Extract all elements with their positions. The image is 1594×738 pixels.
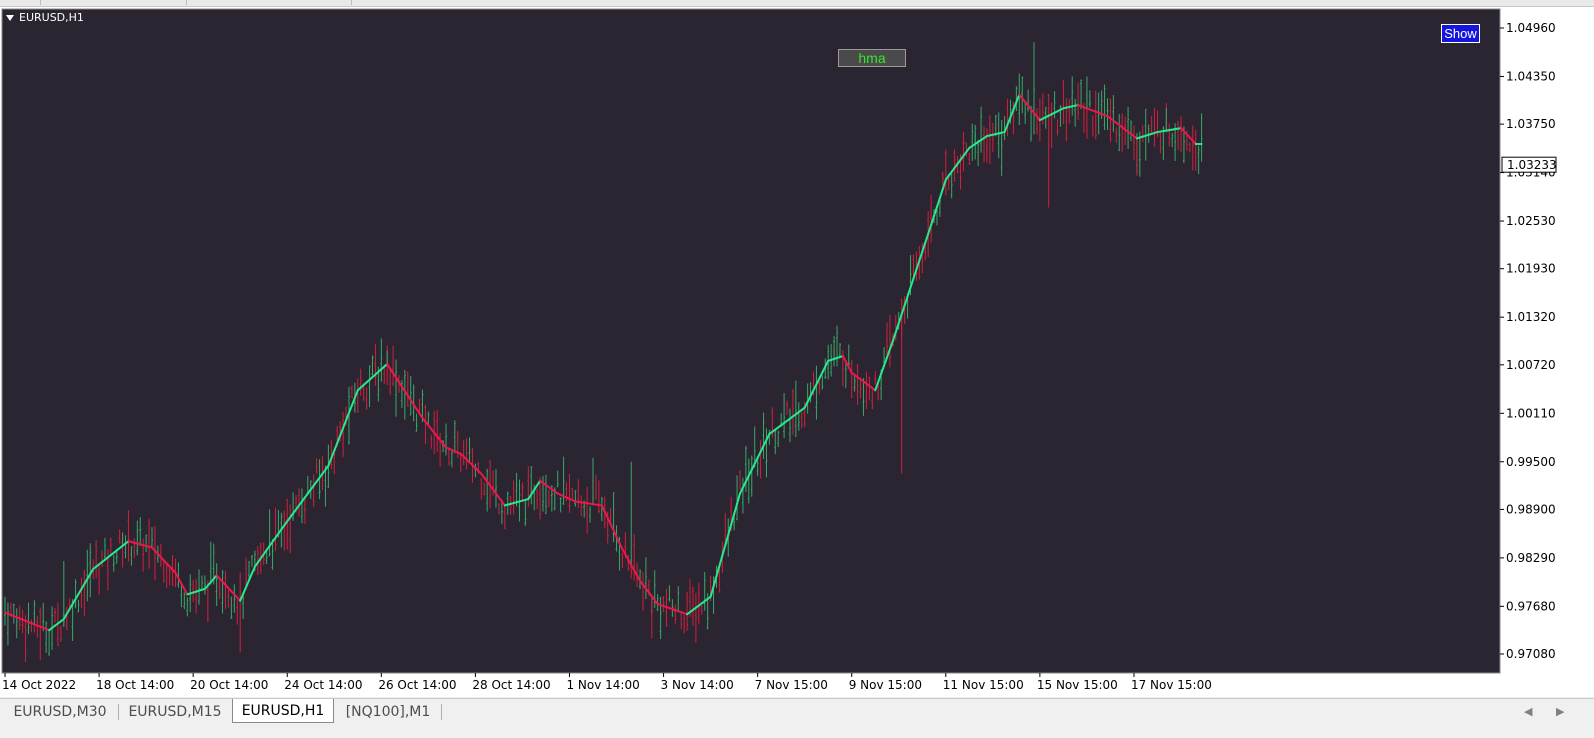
x-tick-label: 18 Oct 14:00 [96,678,174,692]
y-tick-label: 1.01930 [1506,262,1556,276]
price-chart[interactable]: 1.049601.043501.037501.031401.025301.019… [0,7,1594,697]
price-label-text: 1.03233 [1507,158,1557,172]
y-tick-label: 0.97080 [1506,647,1556,661]
x-tick-label: 26 Oct 14:00 [378,678,456,692]
y-tick-label: 1.04960 [1506,21,1556,35]
toolbar-separator [40,0,41,5]
y-tick-label: 1.04350 [1506,69,1556,83]
plot-area [2,9,1500,673]
symbol-timeframe-label[interactable]: EURUSD,H1 [6,11,84,24]
x-tick-label: 24 Oct 14:00 [284,678,362,692]
x-tick-label: 17 Nov 15:00 [1131,678,1212,692]
tab-eurusd-m15[interactable]: EURUSD,M15 [120,701,230,723]
tab-eurusd-h1[interactable]: EURUSD,H1 [232,699,334,723]
x-tick-label: 11 Nov 15:00 [943,678,1024,692]
tab-separator [441,704,442,720]
y-tick-label: 1.03750 [1506,117,1556,131]
x-tick-label: 28 Oct 14:00 [472,678,550,692]
x-tick-label: 20 Oct 14:00 [190,678,268,692]
y-tick-label: 1.00110 [1506,406,1556,420]
y-tick-label: 0.97680 [1506,599,1556,613]
chart-window[interactable]: 1.049601.043501.037501.031401.025301.019… [0,7,1594,697]
y-tick-label: 0.99500 [1506,455,1556,469]
top-toolbar-strip [0,0,1594,7]
y-tick-label: 1.01320 [1506,310,1556,324]
current-price-label: 1.03233 [1502,157,1557,172]
x-tick-label: 1 Nov 14:00 [566,678,639,692]
tab-nq100-m1[interactable]: [NQ100],M1 [336,701,440,723]
hma-indicator-button[interactable]: hma [838,49,906,67]
x-tick-label: 9 Nov 15:00 [849,678,922,692]
triangle-right-icon[interactable]: ▶ [1556,705,1564,718]
symbol-label-text: EURUSD,H1 [19,11,84,24]
y-tick-label: 0.98900 [1506,502,1556,516]
y-tick-label: 1.00720 [1506,358,1556,372]
toolbar-separator [351,0,352,5]
x-tick-label: 7 Nov 15:00 [755,678,828,692]
y-tick-label: 1.02530 [1506,214,1556,228]
x-tick-label: 14 Oct 2022 [2,678,76,692]
tab-separator [118,704,119,720]
tab-eurusd-m30[interactable]: EURUSD,M30 [4,701,116,723]
y-tick-label: 0.98290 [1506,551,1556,565]
x-tick-label: 3 Nov 14:00 [661,678,734,692]
show-button[interactable]: Show [1441,24,1480,43]
triangle-left-icon[interactable]: ◀ [1524,705,1532,718]
toolbar-separator [186,0,187,5]
dropdown-triangle-icon[interactable] [6,15,14,21]
chart-tab-bar: EURUSD,M30 EURUSD,M15 EURUSD,H1 [NQ100],… [0,698,1594,738]
x-tick-label: 15 Nov 15:00 [1037,678,1118,692]
